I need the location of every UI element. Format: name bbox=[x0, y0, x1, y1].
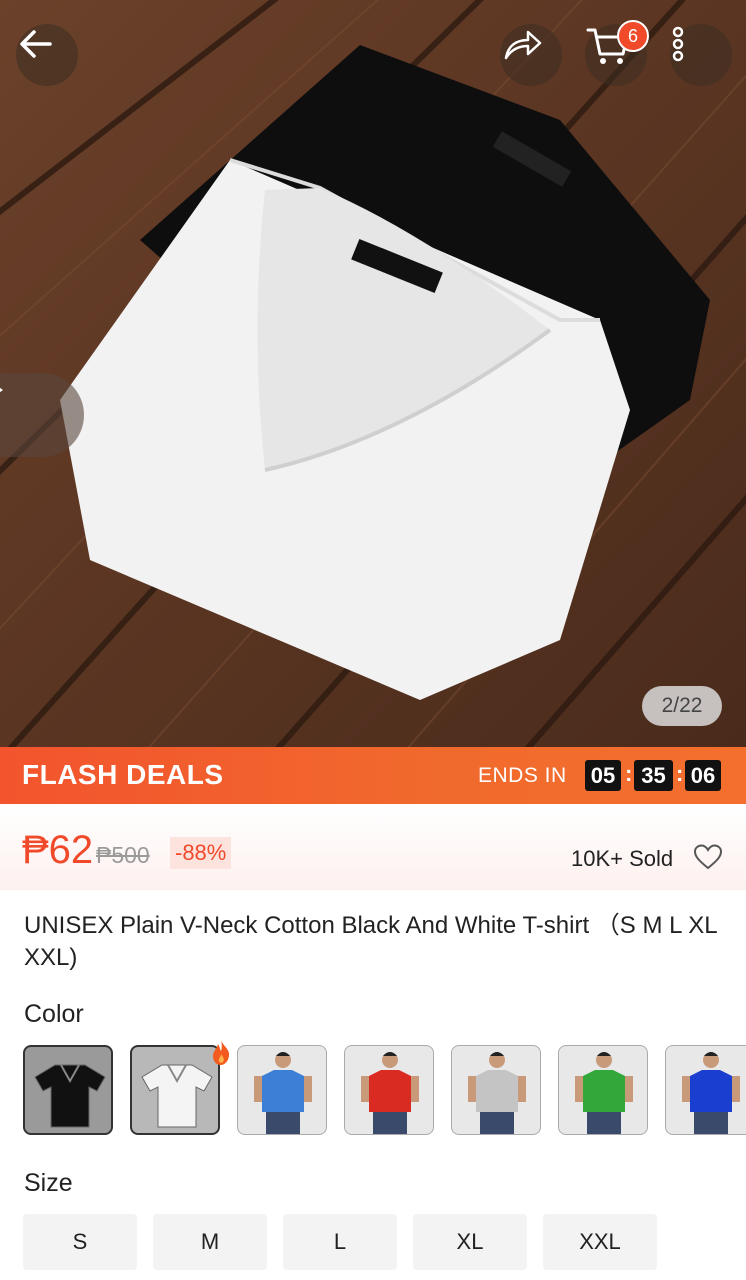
size-option-xxl[interactable]: XXL bbox=[543, 1214, 657, 1270]
ends-in-label: ENDS IN bbox=[478, 764, 567, 787]
discount-badge: -88% bbox=[170, 837, 232, 869]
color-swatch-black[interactable] bbox=[23, 1045, 113, 1135]
color-thumbnail-image bbox=[468, 1052, 526, 1134]
color-thumbnail-image bbox=[34, 1064, 106, 1128]
flash-deals-title: FLASH DEALS bbox=[22, 759, 224, 790]
color-thumbnail-image bbox=[361, 1052, 419, 1134]
current-price: ₱62 bbox=[22, 828, 94, 872]
color-swatch-white[interactable] bbox=[130, 1045, 220, 1135]
timer-colon: : bbox=[676, 761, 684, 786]
color-swatch-green[interactable] bbox=[558, 1045, 648, 1135]
hot-icon bbox=[210, 1038, 232, 1071]
more-vertical-icon bbox=[672, 26, 684, 62]
cart-button[interactable]: 6 bbox=[585, 20, 649, 86]
flash-deals-bar[interactable]: FLASH DEALS ENDS IN 05 : 35 : 06 bbox=[0, 747, 746, 804]
product-title: UNISEX Plain V-Neck Cotton Black And Whi… bbox=[24, 912, 717, 971]
size-option-l[interactable]: L bbox=[283, 1214, 397, 1270]
back-arrow-icon bbox=[20, 30, 52, 58]
color-thumbnail-image bbox=[575, 1052, 633, 1134]
color-thumbnail-image bbox=[141, 1064, 213, 1128]
timer-hours: 05 bbox=[585, 760, 621, 791]
share-button[interactable] bbox=[500, 24, 562, 86]
sold-count: 10K+ Sold bbox=[571, 846, 674, 871]
cart-count-badge: 6 bbox=[617, 20, 649, 52]
timer-minutes: 35 bbox=[634, 760, 673, 791]
size-option-xl[interactable]: XL bbox=[413, 1214, 527, 1270]
color-swatch-royal-blue[interactable] bbox=[665, 1045, 746, 1135]
price-section: ₱62 ₱500 -88% 10K+ Sold bbox=[0, 804, 746, 890]
size-option-s[interactable]: S bbox=[23, 1214, 137, 1270]
color-thumbnail-image bbox=[682, 1052, 740, 1134]
color-thumbnail-image bbox=[254, 1052, 312, 1134]
favorite-button[interactable] bbox=[693, 843, 723, 876]
color-swatch-blue[interactable] bbox=[237, 1045, 327, 1135]
image-counter: 2/22 bbox=[642, 686, 722, 726]
timer-colon: : bbox=[625, 761, 633, 786]
more-options-button[interactable] bbox=[670, 24, 732, 86]
product-image[interactable]: 6 2/22 bbox=[0, 0, 746, 747]
color-swatch-grey[interactable] bbox=[451, 1045, 541, 1135]
play-icon bbox=[0, 387, 3, 393]
size-label: Size bbox=[24, 1169, 73, 1197]
heart-icon bbox=[693, 844, 723, 870]
original-price: ₱500 bbox=[96, 842, 150, 868]
size-option-m[interactable]: M bbox=[153, 1214, 267, 1270]
color-swatch-red[interactable] bbox=[344, 1045, 434, 1135]
product-photo bbox=[0, 0, 746, 747]
back-button[interactable] bbox=[16, 24, 78, 86]
play-video-button[interactable] bbox=[0, 373, 84, 457]
timer-seconds: 06 bbox=[685, 760, 721, 791]
color-label: Color bbox=[24, 1000, 84, 1028]
share-icon bbox=[504, 30, 542, 60]
